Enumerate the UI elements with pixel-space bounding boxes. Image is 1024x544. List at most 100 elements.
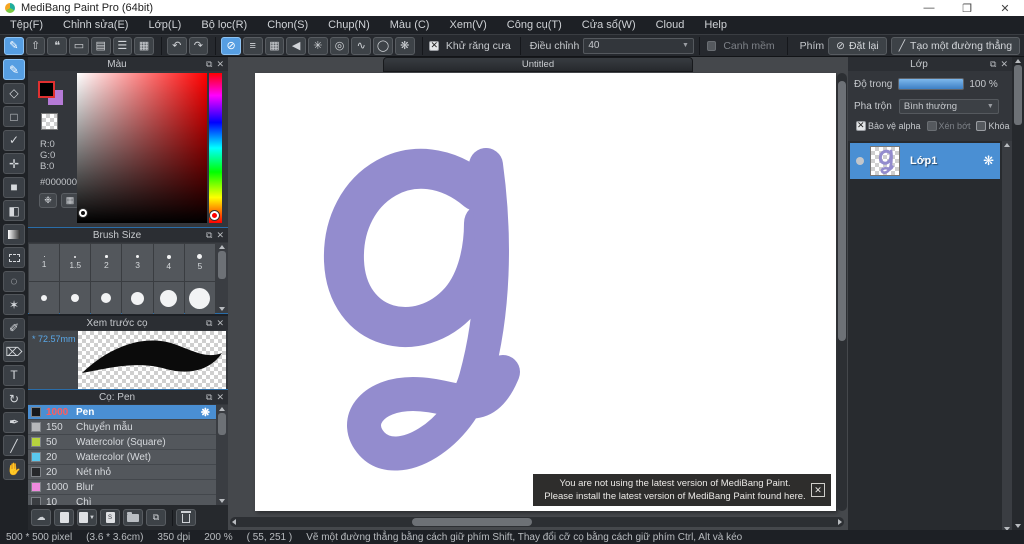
layer-visibility-icon[interactable]	[856, 157, 864, 165]
close-icon[interactable]: ✕	[216, 318, 224, 329]
snap-grid-icon[interactable]: ▦	[264, 36, 285, 55]
canvas-hscrollbar[interactable]	[230, 517, 844, 527]
add-brush-menu-icon[interactable]: ▼	[77, 509, 97, 526]
menu-snap[interactable]: Chụp(N)	[318, 16, 380, 34]
brush-size-header[interactable]: Brush Size ⧉ ✕	[28, 228, 228, 242]
close-icon[interactable]: ✕	[216, 230, 224, 241]
popout-icon[interactable]: ⧉	[206, 59, 212, 70]
brush-size-10[interactable]	[122, 282, 153, 314]
brush-row-watercolor-wet[interactable]: 20 Watercolor (Wet)	[28, 450, 216, 465]
palette-button[interactable]: ❉	[39, 193, 57, 208]
opacity-slider[interactable]	[898, 78, 965, 90]
lock-checkbox[interactable]	[976, 121, 987, 131]
antialias-checkbox[interactable]	[429, 40, 439, 51]
snap-check-tool[interactable]: ✓	[3, 129, 25, 151]
brush-row-chi[interactable]: 10 Chì	[28, 495, 216, 505]
snap-vanishing-icon[interactable]: ◀	[286, 36, 307, 55]
close-icon[interactable]: ✕	[216, 392, 224, 403]
scroll-down-icon[interactable]	[219, 307, 225, 311]
saturation-value-square[interactable]	[77, 73, 207, 223]
select-eraser-tool[interactable]: ⌦	[3, 341, 25, 362]
fill-rect-tool[interactable]: ■	[3, 176, 25, 198]
reset-button[interactable]: ⊘ Đặt lại	[828, 36, 887, 55]
brush-size-1[interactable]: 1	[29, 244, 60, 281]
minimize-button[interactable]: —	[910, 2, 948, 15]
brush-size-4[interactable]: 4	[153, 244, 184, 281]
brush-size-1-5[interactable]: 1.5	[60, 244, 91, 281]
transparent-swatch[interactable]	[41, 113, 58, 130]
dock-scrollbar[interactable]	[1012, 57, 1024, 530]
brush-preview-header[interactable]: Xem trước cọ ⧉ ✕	[28, 316, 228, 330]
close-button[interactable]: ✕	[986, 2, 1024, 15]
scroll-up-icon[interactable]	[219, 407, 225, 411]
alpha-protect-checkbox[interactable]	[856, 120, 866, 131]
menu-help[interactable]: Help	[694, 16, 737, 34]
snap-circle-icon[interactable]: ◎	[329, 36, 350, 55]
select-rect-tool[interactable]	[3, 247, 25, 268]
popout-icon[interactable]: ⧉	[206, 318, 212, 329]
scroll-down-icon[interactable]	[1015, 524, 1021, 528]
menu-window[interactable]: Cửa sổ(W)	[572, 16, 646, 34]
brush-list-header[interactable]: Cọ: Pen ⧉ ✕	[28, 390, 228, 404]
brush-size-12[interactable]	[153, 282, 184, 314]
folder-icon[interactable]	[123, 509, 143, 526]
hand-tool[interactable]: ✋	[3, 458, 25, 480]
brush-size-2[interactable]: 2	[91, 244, 122, 281]
menu-filter[interactable]: Bộ lọc(R)	[191, 16, 257, 34]
cloud-download-icon[interactable]: ☁	[31, 509, 51, 526]
new-brush-icon[interactable]	[54, 509, 74, 526]
layer-panel-header[interactable]: Lớp ⧉ ✕	[848, 57, 1012, 71]
brush-size-scrollbar[interactable]	[216, 243, 228, 313]
menu-cloud[interactable]: Cloud	[646, 16, 695, 34]
magic-wand-tool[interactable]: ✶	[3, 294, 25, 315]
clip-checkbox[interactable]	[926, 121, 937, 131]
document-icon[interactable]: ▤	[90, 36, 111, 55]
bucket-tool[interactable]: ◧	[3, 200, 25, 221]
brush-tool[interactable]: ✎	[3, 59, 25, 80]
scroll-up-icon[interactable]	[1004, 143, 1010, 147]
brush-size-6[interactable]	[29, 282, 60, 314]
brush-size-5[interactable]: 5	[184, 244, 215, 281]
canvas-tab[interactable]: Untitled	[383, 57, 693, 72]
snap-off-icon[interactable]: ⊘	[221, 36, 241, 55]
correction-dropdown[interactable]: 40 ▼	[583, 37, 694, 54]
brush-row-chuyen-mau[interactable]: 150 Chuyển mẫu	[28, 420, 216, 435]
brush-row-blur[interactable]: 1000 Blur	[28, 480, 216, 495]
comment-icon[interactable]: ❝	[47, 36, 68, 55]
close-icon[interactable]: ✕	[1000, 59, 1008, 70]
brush-size-15[interactable]	[184, 282, 215, 314]
scroll-up-icon[interactable]	[219, 245, 225, 249]
list-settings-icon[interactable]: ☰	[112, 36, 133, 55]
hscroll-thumb[interactable]	[412, 518, 532, 526]
upload-icon[interactable]: ⇧	[25, 36, 46, 55]
snap-settings-gear-icon[interactable]: ❋	[394, 36, 415, 55]
hue-marker[interactable]	[210, 211, 219, 220]
popout-icon[interactable]: ⧉	[990, 59, 996, 70]
material-grid-icon[interactable]: ▦	[134, 36, 154, 55]
move-tool[interactable]: ✛	[3, 153, 25, 174]
close-icon[interactable]: ✕	[216, 59, 224, 70]
scroll-down-icon[interactable]	[219, 499, 225, 503]
undo-icon[interactable]: ↶	[166, 36, 187, 55]
drawing-canvas[interactable]	[255, 73, 836, 511]
eyedropper-tool[interactable]: ✒	[3, 411, 25, 433]
scroll-left-icon[interactable]	[232, 519, 236, 525]
brush-script-icon[interactable]: S	[100, 509, 120, 526]
snap-parallel-icon[interactable]: ≡	[242, 36, 263, 55]
brush-settings-gear-icon[interactable]: ❋	[201, 406, 210, 419]
brush-size-3[interactable]: 3	[122, 244, 153, 281]
restore-button[interactable]: ❐	[948, 2, 986, 15]
create-line-button[interactable]: ╱ Tạo một đường thẳng	[890, 36, 1021, 55]
menu-tools[interactable]: Công cụ(T)	[497, 16, 572, 34]
notification-close-icon[interactable]: ✕	[811, 483, 825, 497]
brush-size-8[interactable]	[91, 282, 122, 314]
redo-icon[interactable]: ↷	[188, 36, 209, 55]
layer-row[interactable]: Lớp1 ❋	[850, 143, 1000, 179]
delete-brush-icon[interactable]	[176, 509, 196, 526]
color-panel-header[interactable]: Màu ⧉ ✕	[28, 57, 228, 71]
snap-curve-icon[interactable]: ∿	[351, 36, 372, 55]
shape-tool[interactable]: □	[3, 106, 25, 127]
menu-select[interactable]: Chọn(S)	[257, 16, 318, 34]
vscroll-thumb[interactable]	[838, 81, 846, 341]
rotate-tool[interactable]: ↻	[3, 388, 25, 409]
